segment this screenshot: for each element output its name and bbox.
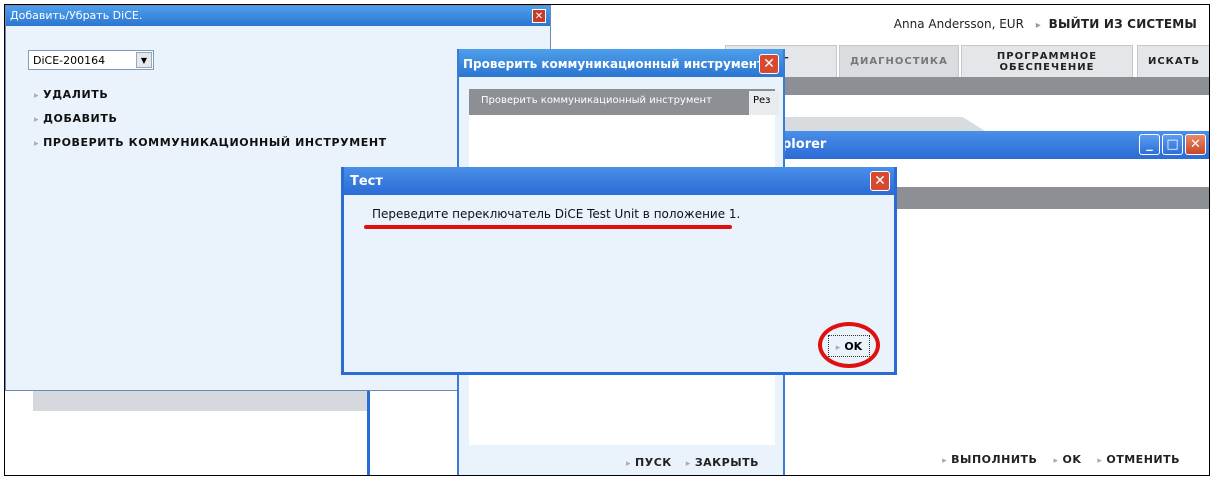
mid-window-tabs: Проверить коммуникационный инструмент Ре… xyxy=(469,89,779,115)
cancel-button[interactable]: ОТМЕНИТЬ xyxy=(1097,453,1180,466)
tab-diagnostics[interactable]: ДИАГНОСТИКА xyxy=(839,45,959,77)
window-controls: _ □ ✕ xyxy=(1139,134,1206,155)
close-button[interactable]: ЗАКРЫТЬ xyxy=(686,456,759,469)
user-name: Anna Andersson, EUR xyxy=(893,17,1024,31)
tab-software[interactable]: ПРОГРАММНОЕ ОБЕСПЕЧЕНИЕ xyxy=(961,45,1133,77)
dice-select-value: DiCE-200164 xyxy=(33,54,106,67)
check-tool-link[interactable]: ПРОВЕРИТЬ КОММУНИКАЦИОННЫЙ ИНСТРУМЕНТ xyxy=(34,136,387,149)
user-bar: Anna Andersson, EUR ▸ ВЫЙТИ ИЗ СИСТЕМЫ xyxy=(894,17,1197,31)
dialog-title: Тест xyxy=(344,167,894,195)
dialog-message: Переведите переключатель DiCE Test Unit … xyxy=(372,207,741,221)
close-icon[interactable]: ✕ xyxy=(1185,134,1206,155)
arrow-right-icon: ▸ xyxy=(1035,20,1041,31)
close-icon[interactable]: ✕ xyxy=(759,54,779,74)
left-window-shadow xyxy=(33,391,367,411)
mid-window-footer: ПУСК ЗАКРЫТЬ xyxy=(626,456,759,469)
mid-window-title: Проверить коммуникационный инструмент xyxy=(459,49,783,77)
dice-select[interactable]: DiCE-200164 ▼ xyxy=(28,50,154,70)
maximize-icon[interactable]: □ xyxy=(1162,134,1183,155)
test-dialog: Тест ✕ Переведите переключатель DiCE Tes… xyxy=(341,167,897,375)
left-window-title: Добавить/Убрать DiCE. xyxy=(6,6,550,26)
ok-button-bg[interactable]: OK xyxy=(1053,453,1081,466)
chevron-down-icon[interactable]: ▼ xyxy=(136,52,152,68)
screen-frame: Anna Andersson, EUR ▸ ВЫЙТИ ИЗ СИСТЕМЫ О… xyxy=(4,4,1210,476)
close-icon[interactable]: ✕ xyxy=(532,9,546,23)
tab-check-tool[interactable]: Проверить коммуникационный инструмент xyxy=(469,89,724,115)
minimize-icon[interactable]: _ xyxy=(1139,134,1160,155)
annotation-underline xyxy=(364,225,732,229)
tab-results[interactable]: Рез xyxy=(749,91,779,115)
run-button[interactable]: ВЫПОЛНИТЬ xyxy=(942,453,1037,466)
remove-link[interactable]: УДАЛИТЬ xyxy=(34,88,108,101)
start-button[interactable]: ПУСК xyxy=(626,456,672,469)
explorer-footer: ВЫПОЛНИТЬ OK ОТМЕНИТЬ xyxy=(942,453,1180,466)
close-icon[interactable]: ✕ xyxy=(870,171,890,191)
add-link[interactable]: ДОБАВИТЬ xyxy=(34,112,117,125)
annotation-circle xyxy=(818,322,880,368)
tab-search[interactable]: ИСКАТЬ xyxy=(1137,45,1209,77)
logout-link[interactable]: ВЫЙТИ ИЗ СИСТЕМЫ xyxy=(1049,17,1197,31)
